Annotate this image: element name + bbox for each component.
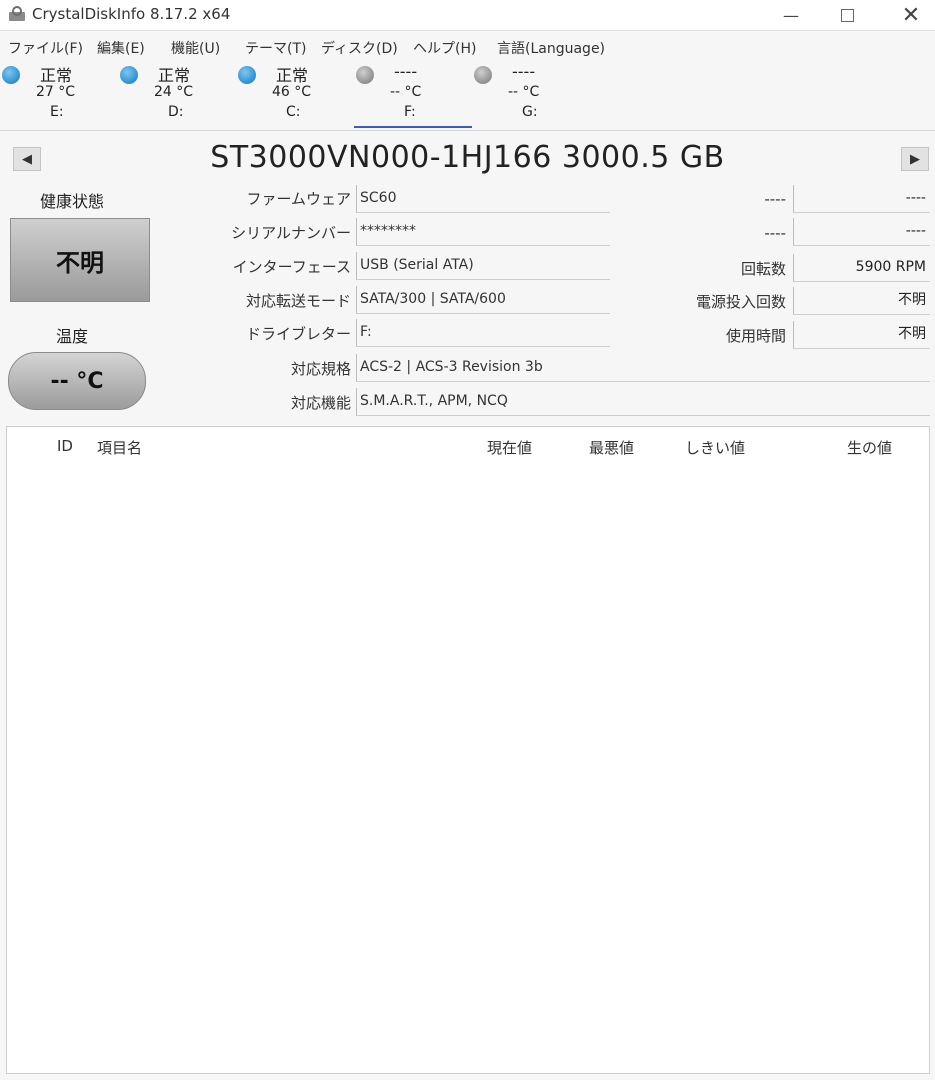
supported-standard-label: 対応規格 [290,360,351,378]
disk-temperature: 27 °C [36,84,76,100]
menu-language[interactable]: 言語(Language) [497,38,605,58]
status-dot-icon [238,66,256,84]
maximize-icon [840,8,854,22]
status-dot-icon [356,66,374,84]
right-field-2-value: ---- [793,218,930,246]
firmware-label: ファームウェア [246,190,351,208]
power-on-count-value: 不明 [793,287,930,315]
status-dot-icon [2,66,20,84]
rotation-rate-label: 回転数 [740,260,786,278]
firmware-value: SC60 [356,185,610,213]
supported-features-label: 対応機能 [290,394,351,412]
power-on-count-label: 電源投入回数 [695,293,786,311]
right-field-1-label: ---- [764,190,786,208]
disk-temperature: -- °C [508,84,540,100]
supported-features-value: S.M.A.R.T., APM, NCQ [356,388,930,416]
menu-file[interactable]: ファイル(F) [8,38,83,58]
minimize-button[interactable]: — [768,0,814,30]
menu-disk[interactable]: ディスク(D) [321,38,398,58]
serial-number-label: シリアルナンバー [231,224,351,242]
health-status-label: 健康状態 [40,192,105,211]
transfer-mode-value: SATA/300 | SATA/600 [356,286,610,314]
disk-tab-d[interactable]: 正常 24 °C D: [118,60,236,128]
disk-drive-letter: D: [168,104,184,120]
column-header-current[interactable]: 現在値 [487,437,532,458]
menu-function[interactable]: 機能(U) [171,38,220,58]
column-header-worst[interactable]: 最悪値 [589,437,634,458]
selected-tab-indicator [354,126,472,128]
drive-letter-label: ドライブレター [245,325,351,343]
column-header-id[interactable]: ID [57,437,73,455]
close-button[interactable]: ✕ [888,0,934,30]
disk-status: 正常 [276,66,309,85]
menu-bar: ファイル(F) 編集(E) 機能(U) テーマ(T) ディスク(D) ヘルプ(H… [0,36,935,60]
next-disk-button[interactable]: ▶ [901,147,929,171]
crystaldiskinfo-window: CrystalDiskInfo 8.17.2 x64 — ✕ ファイル(F) 編… [0,0,935,1080]
drive-letter-value: F: [356,319,610,347]
disk-tab-g[interactable]: ---- -- °C G: [472,60,590,128]
interface-value: USB (Serial ATA) [356,252,610,280]
menu-theme[interactable]: テーマ(T) [245,38,306,58]
disk-tab-f[interactable]: ---- -- °C F: [354,60,472,128]
power-on-hours-value: 不明 [793,321,930,349]
column-header-name[interactable]: 項目名 [97,437,142,458]
disk-temperature: 24 °C [154,84,194,100]
app-icon [9,6,25,21]
maximize-button[interactable] [824,0,870,30]
health-status-button[interactable]: 不明 [10,218,150,302]
disk-status: 正常 [40,66,73,85]
serial-number-value: ******** [356,218,610,246]
disk-model-title: ST3000VN000-1HJ166 3000.5 GB [210,140,725,175]
right-field-2-label: ---- [764,224,786,242]
status-dot-icon [474,66,492,84]
temperature-button[interactable]: -- °C [8,352,146,410]
menu-edit[interactable]: 編集(E) [97,38,145,58]
right-field-1-value: ---- [793,185,930,213]
title-bar: CrystalDiskInfo 8.17.2 x64 — ✕ [0,0,935,31]
divider [0,130,935,131]
smart-attributes-table[interactable]: ID 項目名 現在値 最悪値 しきい値 生の値 [6,426,930,1074]
supported-standard-value: ACS-2 | ACS-3 Revision 3b [356,354,930,382]
menu-help[interactable]: ヘルプ(H) [413,38,476,58]
rotation-rate-value: 5900 RPM [793,254,930,282]
disk-drive-letter: F: [404,104,416,120]
triangle-right-icon: ▶ [910,151,920,167]
minimize-icon: — [783,5,799,25]
close-icon: ✕ [901,2,921,28]
interface-label: インターフェース [232,258,351,276]
disk-tab-e[interactable]: 正常 27 °C E: [0,60,118,128]
column-header-raw[interactable]: 生の値 [847,437,892,458]
window-title: CrystalDiskInfo 8.17.2 x64 [32,5,231,23]
disk-temperature: -- °C [390,84,422,100]
disk-drive-letter: C: [286,104,301,120]
status-dot-icon [120,66,138,84]
column-header-threshold[interactable]: しきい値 [685,437,745,458]
disk-drive-letter: G: [522,104,538,120]
transfer-mode-label: 対応転送モード [245,292,351,310]
disk-drive-letter: E: [50,104,64,120]
power-on-hours-label: 使用時間 [725,327,786,345]
disk-temperature: 46 °C [272,84,312,100]
temperature-label: 温度 [56,327,89,346]
disk-status: ---- [512,62,536,81]
disk-status: ---- [394,62,418,81]
disk-status: 正常 [158,66,191,85]
disk-tab-c[interactable]: 正常 46 °C C: [236,60,354,128]
